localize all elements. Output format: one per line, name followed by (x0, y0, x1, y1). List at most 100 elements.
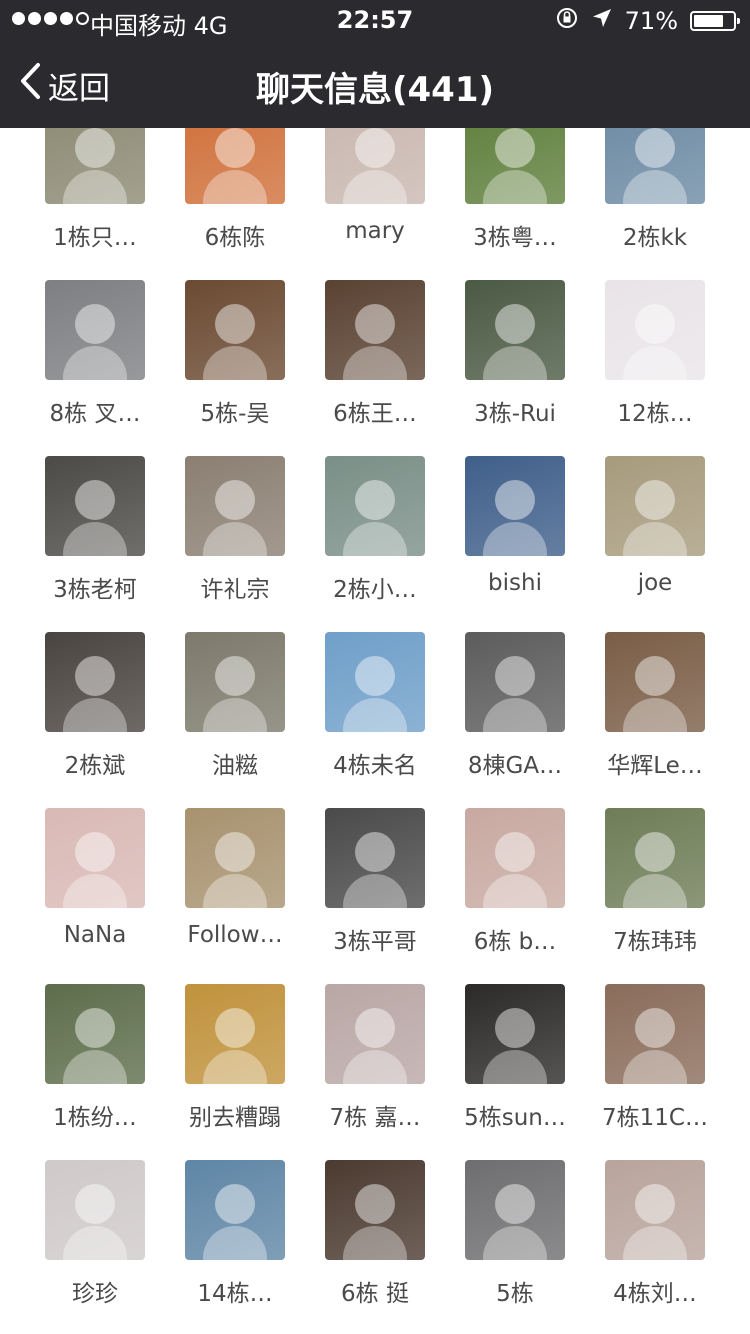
member-item[interactable]: 8栋 叉… (25, 280, 165, 428)
avatar (605, 1160, 705, 1260)
member-item[interactable]: Follow… (165, 808, 305, 948)
member-item[interactable]: 华辉Le… (585, 632, 725, 780)
avatar (325, 632, 425, 732)
avatar (45, 984, 145, 1084)
avatar (605, 280, 705, 380)
member-item[interactable]: 2栋斌 (25, 632, 165, 780)
avatar (325, 984, 425, 1084)
member-item[interactable]: 3栋-Rui (445, 280, 585, 428)
member-name: Follow… (187, 922, 283, 948)
member-name: 7栋 嘉… (329, 1105, 421, 1131)
member-name: 4栋刘… (613, 1281, 697, 1307)
member-name: 6栋 b… (473, 929, 557, 955)
member-name: 1栋纷… (53, 1105, 137, 1131)
avatar (465, 280, 565, 380)
member-name: 1栋只… (53, 225, 137, 251)
member-item[interactable]: 5栋sun… (445, 984, 585, 1132)
navigation-bar: 返回 聊天信息(441) (0, 40, 750, 128)
member-name: 4栋未名 (333, 753, 417, 779)
member-name: 14栋… (197, 1281, 273, 1307)
member-item[interactable]: 3栋老柯 (25, 456, 165, 604)
member-item[interactable]: bishi (445, 456, 585, 596)
member-item[interactable]: NaNa (25, 808, 165, 948)
avatar (45, 1160, 145, 1260)
status-bar: 中国移动 4G 22:57 71% (0, 0, 750, 40)
avatar (605, 632, 705, 732)
member-name: 许礼宗 (200, 577, 270, 603)
member-item[interactable]: 7栋11C… (585, 984, 725, 1132)
member-name: 油糍 (212, 753, 258, 779)
member-item[interactable]: 6栋 挺 (305, 1160, 445, 1308)
member-item[interactable]: 3栋平哥 (305, 808, 445, 956)
member-item[interactable]: 5栋 (445, 1160, 585, 1308)
member-name: 12栋… (617, 401, 693, 427)
avatar (185, 1160, 285, 1260)
avatar (605, 984, 705, 1084)
member-name: 6栋陈 (204, 225, 266, 251)
member-item[interactable]: 7栋 嘉… (305, 984, 445, 1132)
avatar (465, 808, 565, 908)
member-item[interactable]: 6栋 b… (445, 808, 585, 956)
member-item[interactable]: 7栋玮玮 (585, 808, 725, 956)
member-name: 6栋 挺 (341, 1281, 409, 1307)
member-item[interactable]: 5栋-吴 (165, 280, 305, 428)
member-item[interactable]: joe (585, 456, 725, 596)
member-item[interactable]: 别去糟蹋 (165, 984, 305, 1132)
avatar (605, 808, 705, 908)
member-name: 5栋sun… (464, 1105, 566, 1131)
avatar (45, 456, 145, 556)
location-arrow-icon (591, 7, 613, 35)
member-item[interactable]: 2栋小… (305, 456, 445, 604)
member-name: 7栋11C… (602, 1105, 708, 1131)
member-name: 珍珍 (72, 1281, 118, 1307)
member-name: 2栋kk (622, 225, 688, 251)
avatar (605, 456, 705, 556)
member-name: 2栋斌 (64, 753, 126, 779)
avatar (325, 808, 425, 908)
member-item[interactable]: 4栋未名 (305, 632, 445, 780)
rotation-lock-icon (555, 6, 579, 36)
member-name: 5栋 (496, 1281, 534, 1307)
avatar (325, 1160, 425, 1260)
member-item[interactable]: 4栋刘… (585, 1160, 725, 1308)
member-item[interactable]: 许礼宗 (165, 456, 305, 604)
member-name: 3栋粤… (473, 225, 557, 251)
avatar (185, 280, 285, 380)
member-name: 6栋王… (333, 401, 417, 427)
avatar (325, 456, 425, 556)
member-name: 2栋小… (333, 577, 417, 603)
avatar (185, 984, 285, 1084)
member-name: 3栋老柯 (53, 577, 137, 603)
member-name: 7栋玮玮 (613, 929, 697, 955)
member-grid: 1栋只… 6栋陈 mary 3栋粤… 2栋kk 8栋 叉… 5栋-吴 6栋王… 3栋-Rui 12… (0, 0, 750, 1334)
member-name: mary (345, 218, 405, 244)
avatar (465, 632, 565, 732)
member-name: 3栋平哥 (333, 929, 417, 955)
member-name: NaNa (63, 922, 127, 948)
avatar (465, 1160, 565, 1260)
member-name: 8栋 叉… (49, 401, 141, 427)
member-item[interactable]: 1栋纷… (25, 984, 165, 1132)
avatar (185, 808, 285, 908)
avatar (45, 280, 145, 380)
member-name: 华辉Le… (607, 753, 703, 779)
member-name: 5栋-吴 (200, 401, 270, 427)
status-right: 71% (555, 6, 740, 36)
member-name: joe (637, 570, 673, 596)
member-item[interactable]: 8棟GA… (445, 632, 585, 780)
avatar (465, 984, 565, 1084)
avatar (185, 456, 285, 556)
member-item[interactable]: 6栋王… (305, 280, 445, 428)
avatar (45, 632, 145, 732)
battery-percent: 71% (624, 7, 678, 35)
page-title: 聊天信息(441) (255, 70, 495, 110)
member-item[interactable]: 14栋… (165, 1160, 305, 1308)
member-item[interactable]: 油糍 (165, 632, 305, 780)
member-item[interactable]: 珍珍 (25, 1160, 165, 1308)
member-name: bishi (488, 570, 542, 596)
avatar (185, 632, 285, 732)
member-item[interactable]: 12栋… (585, 280, 725, 428)
avatar (45, 808, 145, 908)
battery-icon (690, 11, 740, 31)
header: 中国移动 4G 22:57 71% 返回 聊天信息(441) (0, 0, 750, 128)
